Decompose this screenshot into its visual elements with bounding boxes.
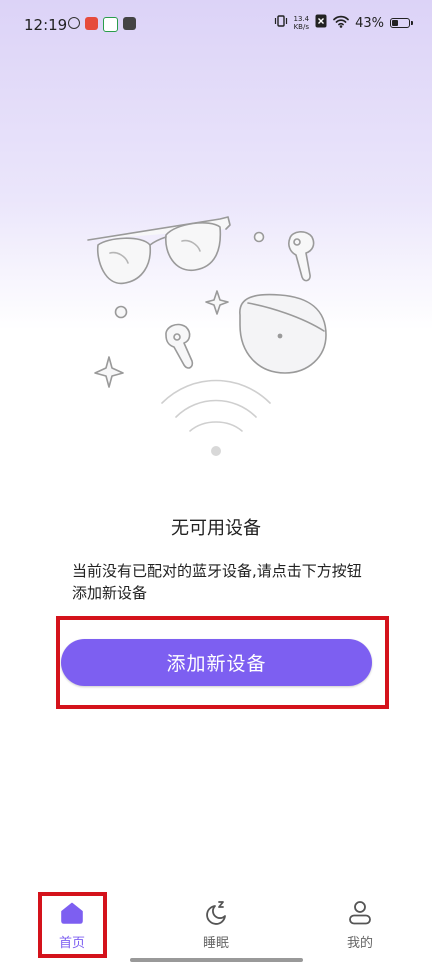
status-bar: 12:19 13.4 KB/s 43% <box>0 0 432 50</box>
add-new-device-button[interactable]: 添加新设备 <box>61 639 372 686</box>
dot-decoration <box>114 305 128 319</box>
earbud-icon <box>288 231 315 282</box>
empty-state-title: 无可用设备 <box>171 518 261 539</box>
status-time: 12:19 <box>24 16 68 34</box>
vibrate-icon <box>274 14 288 32</box>
bluetooth-signal-icon <box>161 379 271 456</box>
app-notification-icon <box>103 17 118 32</box>
profile-icon <box>349 901 371 925</box>
empty-state-description: 当前没有已配对的蓝牙设备,请点击下方按钮添加新设备 <box>72 562 362 602</box>
devices-illustration <box>87 216 327 456</box>
nav-label-sleep: 睡眠 <box>202 936 229 951</box>
battery-percent: 43% <box>355 15 384 31</box>
nav-item-profile[interactable]: 我的 <box>330 900 390 951</box>
earbud-icon <box>165 323 194 369</box>
battery-icon <box>390 18 413 28</box>
no-sim-icon <box>315 14 327 32</box>
app-notification-icon <box>123 17 136 30</box>
app-notification-icon <box>68 17 80 29</box>
net-speed-value: 13.4 <box>293 15 310 23</box>
app-notification-icon <box>85 17 98 30</box>
net-speed-unit: KB/s <box>293 23 309 31</box>
sleep-moon-icon <box>206 901 226 925</box>
highlight-annotation <box>38 892 107 958</box>
sparkle-icon <box>94 356 124 388</box>
net-speed: 13.4 KB/s <box>294 15 310 31</box>
wifi-icon <box>333 15 349 32</box>
charging-case-icon <box>239 293 327 374</box>
notification-icons <box>68 17 136 32</box>
nav-label-profile: 我的 <box>346 936 373 951</box>
dot-decoration <box>253 231 265 243</box>
glasses-icon <box>87 216 231 284</box>
status-right: 13.4 KB/s 43% <box>274 14 413 32</box>
nav-item-sleep[interactable]: 睡眠 <box>186 900 246 951</box>
home-indicator[interactable] <box>130 958 303 962</box>
sparkle-icon <box>205 290 229 315</box>
